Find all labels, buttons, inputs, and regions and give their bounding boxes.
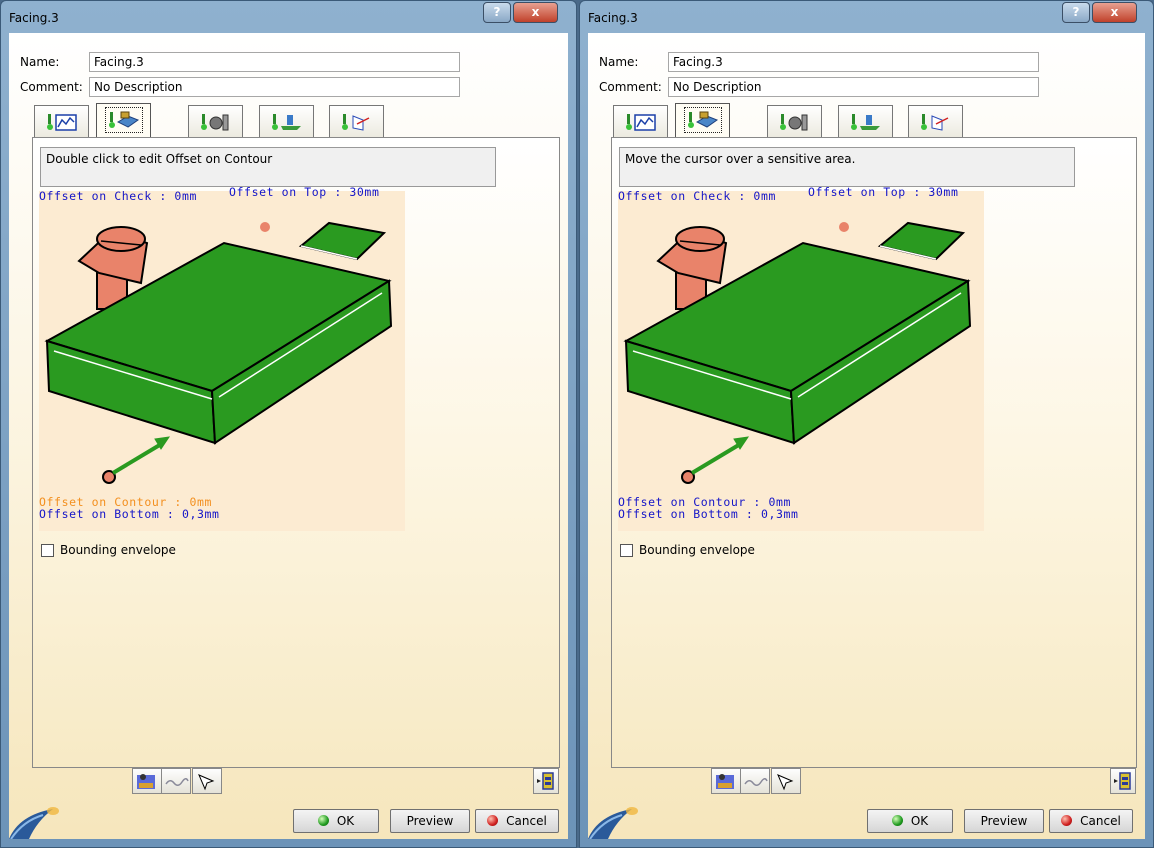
window-title: Facing.3 xyxy=(9,11,59,25)
dialog-left: Facing.3 ? x Name: Facing.3 Comment: No … xyxy=(0,0,577,848)
pointer-button[interactable] xyxy=(771,768,801,794)
tool-display-button[interactable] xyxy=(132,768,162,794)
status-message: Double click to edit Offset on Contour xyxy=(40,147,496,187)
offset-top-label[interactable]: Offset on Top : 30mm xyxy=(229,185,379,199)
tab-geometry[interactable] xyxy=(96,103,151,138)
tab-feeds-speeds[interactable] xyxy=(259,105,314,137)
geometry-sensitive-image[interactable]: Offset on Check : 0mm Offset on Top : 30… xyxy=(39,185,405,531)
bottom-toolbar xyxy=(132,768,232,794)
tool-path-icon xyxy=(1114,772,1131,790)
tab-bar xyxy=(34,103,414,138)
offset-top-label[interactable]: Offset on Top : 30mm xyxy=(808,185,958,199)
catia-logo xyxy=(588,807,638,839)
feeds-speeds-tab-icon xyxy=(851,114,880,130)
strategy-tab-icon xyxy=(626,114,656,131)
geometry-tab-icon xyxy=(684,107,722,133)
comment-field[interactable]: No Description xyxy=(89,77,460,97)
dialog-body: Name: Facing.3 Comment: No Description xyxy=(588,33,1145,839)
close-button[interactable]: x xyxy=(1092,2,1137,23)
ok-button[interactable]: OK xyxy=(293,809,379,833)
cancel-label: Cancel xyxy=(1080,814,1121,828)
graph-icon xyxy=(744,778,768,786)
preview-button[interactable]: Preview xyxy=(964,809,1044,833)
pointer-button[interactable] xyxy=(192,768,222,794)
name-row: Name: Facing.3 xyxy=(599,52,1039,72)
macros-tab-icon xyxy=(921,114,949,131)
graph-icon xyxy=(165,778,189,786)
tab-strategy[interactable] xyxy=(613,105,668,137)
dialog-body: Name: Facing.3 Comment: No Description xyxy=(9,33,568,839)
macros-tab-icon xyxy=(342,114,370,131)
graph-button[interactable] xyxy=(740,768,770,794)
title-bar[interactable]: Facing.3 ? x xyxy=(580,1,1153,33)
feeds-speeds-tab-icon xyxy=(272,114,301,130)
comment-field[interactable]: No Description xyxy=(668,77,1039,97)
status-message: Move the cursor over a sensitive area. xyxy=(619,147,1075,187)
ok-button[interactable]: OK xyxy=(867,809,953,833)
tab-tool[interactable] xyxy=(188,105,243,137)
tool-tab-icon xyxy=(780,114,808,131)
ok-icon xyxy=(317,815,329,826)
side-toolbar-button[interactable] xyxy=(533,768,559,794)
tab-bar xyxy=(613,103,993,138)
tool-display-icon xyxy=(137,774,155,789)
tab-strategy[interactable] xyxy=(34,105,89,137)
close-button[interactable]: x xyxy=(513,2,558,23)
pointer-icon xyxy=(777,774,794,791)
help-button[interactable]: ? xyxy=(1062,2,1090,23)
offset-check-label[interactable]: Offset on Check : 0mm xyxy=(618,189,776,203)
bounding-envelope-checkbox[interactable] xyxy=(41,544,54,557)
geometry-tab-icon xyxy=(105,107,143,133)
tab-macros[interactable] xyxy=(329,105,384,137)
geometry-sensitive-image[interactable]: Offset on Check : 0mm Offset on Top : 30… xyxy=(618,185,984,531)
part-illustration xyxy=(44,221,393,484)
tool-display-icon xyxy=(716,774,734,789)
ok-label: OK xyxy=(910,814,929,828)
pointer-icon xyxy=(198,774,215,791)
tab-geometry[interactable] xyxy=(675,103,730,138)
graph-button[interactable] xyxy=(161,768,191,794)
offset-bottom-label[interactable]: Offset on Bottom : 0,3mm xyxy=(39,507,220,521)
side-toolbar-button[interactable] xyxy=(1110,768,1136,794)
bounding-envelope-label: Bounding envelope xyxy=(60,543,176,557)
tab-feeds-speeds[interactable] xyxy=(838,105,893,137)
comment-row: Comment: No Description xyxy=(599,77,1039,97)
ok-icon xyxy=(891,815,903,826)
tab-tool[interactable] xyxy=(767,105,822,137)
cancel-icon xyxy=(487,815,499,826)
tool-display-button[interactable] xyxy=(711,768,741,794)
bounding-envelope-checkbox[interactable] xyxy=(620,544,633,557)
bounding-envelope-label: Bounding envelope xyxy=(639,543,755,557)
geometry-panel: Move the cursor over a sensitive area. O… xyxy=(611,137,1137,768)
title-bar[interactable]: Facing.3 ? x xyxy=(1,1,576,33)
offset-bottom-label[interactable]: Offset on Bottom : 0,3mm xyxy=(618,507,799,521)
strategy-tab-icon xyxy=(47,114,77,131)
cancel-button[interactable]: Cancel xyxy=(475,809,559,833)
bottom-toolbar xyxy=(711,768,811,794)
comment-row: Comment: No Description xyxy=(20,77,460,97)
ok-label: OK xyxy=(336,814,355,828)
help-button[interactable]: ? xyxy=(483,2,511,23)
preview-button[interactable]: Preview xyxy=(390,809,470,833)
cancel-label: Cancel xyxy=(506,814,547,828)
cancel-icon xyxy=(1061,815,1073,826)
name-field[interactable]: Facing.3 xyxy=(668,52,1039,72)
dialog-right: Facing.3 ? x Name: Facing.3 Comment: No … xyxy=(579,0,1154,848)
part-illustration xyxy=(623,221,972,484)
tool-path-icon xyxy=(537,772,554,790)
name-field[interactable]: Facing.3 xyxy=(89,52,460,72)
comment-label: Comment: xyxy=(599,80,662,94)
name-label: Name: xyxy=(599,55,639,69)
cancel-button[interactable]: Cancel xyxy=(1049,809,1133,833)
name-label: Name: xyxy=(20,55,60,69)
offset-check-label[interactable]: Offset on Check : 0mm xyxy=(39,189,197,203)
geometry-panel: Double click to edit Offset on Contour O… xyxy=(32,137,560,768)
tab-macros[interactable] xyxy=(908,105,963,137)
catia-logo xyxy=(9,807,59,839)
tool-tab-icon xyxy=(201,114,229,131)
window-title: Facing.3 xyxy=(588,11,638,25)
comment-label: Comment: xyxy=(20,80,83,94)
name-row: Name: Facing.3 xyxy=(20,52,460,72)
